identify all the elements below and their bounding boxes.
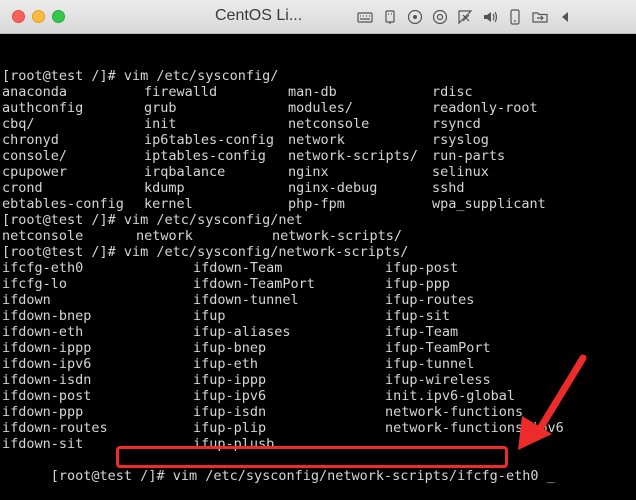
- minimize-window-button[interactable]: [32, 10, 45, 23]
- listing-entry: network: [136, 228, 193, 244]
- listing-entry: ifup-Team: [385, 324, 459, 340]
- listing-entry: init: [144, 116, 177, 132]
- listing-entry: wpa_supplicant: [432, 196, 546, 212]
- sound-icon[interactable]: [477, 7, 502, 27]
- listing-entry: man-db: [288, 84, 337, 100]
- listing-entry: ifup-TeamPort: [385, 340, 491, 356]
- listing-entry: ifup-bnep: [193, 340, 267, 356]
- usb-icon[interactable]: [377, 7, 402, 27]
- listing-entry: rsyslog: [432, 132, 489, 148]
- listing-entry: ifup-tunnel: [385, 356, 475, 372]
- listing-entry: console/: [2, 148, 68, 164]
- window-title: CentOS Li...: [215, 7, 303, 24]
- listing-entry: ifup-aliases: [193, 324, 291, 340]
- listing-entry: ifdown: [2, 292, 51, 308]
- listing-entry: ifdown-Team: [193, 260, 283, 276]
- shared-folder-icon[interactable]: [527, 7, 552, 27]
- listing-entry: kdump: [144, 180, 185, 196]
- listing-entry: ifdown-ipv6: [2, 356, 92, 372]
- network-icon[interactable]: [452, 7, 477, 27]
- listing-entry: nginx-debug: [288, 180, 378, 196]
- listing-entry: network-scripts/: [272, 228, 403, 244]
- listing-entry: network-scripts/: [288, 148, 419, 164]
- listing-entry: grub: [144, 100, 177, 116]
- maximize-window-button[interactable]: [52, 10, 65, 23]
- listing-entry: ifcfg-lo: [2, 276, 68, 292]
- terminal-line-prompt: [root@test /]# vim /etc/sysconfig/: [2, 68, 279, 84]
- listing-entry: ifup-wireless: [385, 372, 491, 388]
- listing-entry: readonly-root: [432, 100, 538, 116]
- keyboard-icon[interactable]: [352, 7, 377, 27]
- terminal-line-prompt: [root@test /]# vim /etc/sysconfig/net: [2, 212, 303, 228]
- listing-entry: ifdown-TeamPort: [193, 276, 315, 292]
- command-text: vim /etc/sysconfig/network-scripts/ifcfg…: [172, 468, 539, 484]
- listing-entry: ip6tables-config: [144, 132, 275, 148]
- listing-entry: ifup-post: [385, 260, 459, 276]
- listing-entry: run-parts: [432, 148, 506, 164]
- text-cursor: _: [546, 468, 555, 484]
- vm-window: CentOS Li... [root@test /]# vim /etc/sys…: [0, 0, 636, 500]
- chevron-left-icon[interactable]: [552, 7, 577, 27]
- listing-entry: ifdown-bnep: [2, 308, 92, 324]
- listing-entry: selinux: [432, 164, 489, 180]
- listing-entry: sshd: [432, 180, 465, 196]
- listing-entry: network: [288, 132, 345, 148]
- listing-entry: ifup-routes: [385, 292, 475, 308]
- title-bar[interactable]: CentOS Li...: [0, 0, 636, 34]
- listing-entry: ifcfg-eth0: [2, 260, 84, 276]
- listing-entry: ifup-ipv6: [193, 388, 267, 404]
- highlight-box: [116, 446, 508, 468]
- disc-icon[interactable]: [402, 7, 427, 27]
- listing-entry: ifdown-post: [2, 388, 92, 404]
- vm-toolbar: [352, 7, 577, 27]
- listing-entry: kernel: [144, 196, 193, 212]
- listing-entry: init.ipv6-global: [385, 388, 516, 404]
- listing-entry: ifup-plip: [193, 420, 267, 436]
- listing-entry: network-functions-ipv6: [385, 420, 564, 436]
- listing-entry: ebtables-config: [2, 196, 124, 212]
- listing-entry: ifdown-routes: [2, 420, 108, 436]
- listing-entry: authconfig: [2, 100, 84, 116]
- terminal-line-prompt: [root@test /]# vim /etc/sysconfig/networ…: [2, 244, 409, 260]
- listing-entry: nginx: [288, 164, 329, 180]
- listing-entry: network-functions: [385, 404, 524, 420]
- listing-entry: ifup-isdn: [193, 404, 267, 420]
- listing-entry: ifup-ippp: [193, 372, 267, 388]
- listing-entry: cpupower: [2, 164, 68, 180]
- listing-entry: modules/: [288, 100, 354, 116]
- listing-entry: cbq/: [2, 116, 35, 132]
- listing-entry: ifup: [193, 308, 226, 324]
- listing-entry: iptables-config: [144, 148, 266, 164]
- listing-entry: chronyd: [2, 132, 59, 148]
- listing-entry: ifdown-eth: [2, 324, 84, 340]
- listing-entry: netconsole: [288, 116, 370, 132]
- listing-entry: php-fpm: [288, 196, 345, 212]
- listing-entry: firewalld: [144, 84, 218, 100]
- listing-entry: ifdown-ppp: [2, 404, 84, 420]
- device-icon[interactable]: [502, 7, 527, 27]
- listing-entry: ifdown-isdn: [2, 372, 92, 388]
- listing-entry: ifdown-sit: [2, 436, 84, 452]
- listing-entry: ifdown-tunnel: [193, 292, 299, 308]
- listing-entry: ifup-eth: [193, 356, 259, 372]
- listing-entry: ifup-sit: [385, 308, 451, 324]
- listing-entry: rdisc: [432, 84, 473, 100]
- close-window-button[interactable]: [12, 10, 25, 23]
- net-listing: netconsole network network-scripts/: [2, 228, 402, 244]
- listing-entry: ifdown-ippp: [2, 340, 92, 356]
- listing-entry: netconsole: [2, 228, 84, 244]
- listing-entry: rsyncd: [432, 116, 481, 132]
- listing-entry: ifup-ppp: [385, 276, 451, 292]
- listing-entry: crond: [2, 180, 43, 196]
- command-prompt: [root@test /]#: [50, 468, 173, 484]
- disc-2-icon[interactable]: [427, 7, 452, 27]
- listing-entry: irqbalance: [144, 164, 226, 180]
- terminal-console[interactable]: [root@test /]# vim /etc/sysconfig/ anaco…: [0, 34, 636, 500]
- listing-entry: anaconda: [2, 84, 68, 100]
